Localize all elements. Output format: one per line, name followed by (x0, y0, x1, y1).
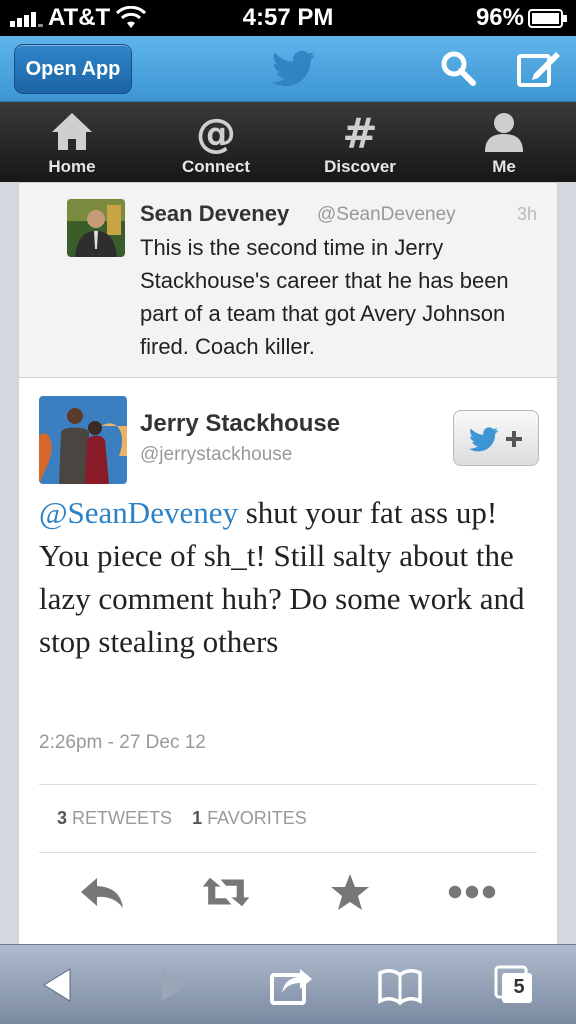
retweets-label: RETWEETS (72, 808, 173, 828)
author-name[interactable]: Sean Deveney (140, 201, 289, 227)
more-options-icon[interactable] (447, 872, 497, 912)
battery-percent: 96% (475, 4, 524, 31)
svg-text:#: # (342, 110, 377, 154)
main-tweet: Jerry Stackhouse @jerrystackhouse @SeanD… (18, 378, 558, 944)
bookmarks-icon[interactable] (376, 963, 424, 1007)
author-handle: @jerrystackhouse (140, 444, 293, 465)
favorites-count: 1 (192, 808, 203, 828)
tweet-timestamp: 2:26pm - 27 Dec 12 (39, 732, 206, 753)
favorites-stat[interactable]: 1 FAVORITES (192, 808, 307, 828)
tab-discover[interactable]: # Discover (288, 102, 432, 182)
battery-icon (528, 9, 567, 28)
favorites-label: FAVORITES (207, 808, 307, 828)
retweets-stat[interactable]: 3 RETWEETS (57, 808, 172, 828)
author-handle: @SeanDeveney (317, 204, 456, 225)
back-arrow-icon[interactable] (36, 963, 84, 1007)
avatar[interactable] (67, 199, 125, 257)
tab-home-label: Home (48, 157, 96, 176)
status-bar: AT&T 4:57 PM 96% (0, 0, 576, 36)
favorite-star-icon[interactable] (325, 872, 375, 912)
tab-discover-label: Discover (324, 157, 396, 176)
forward-arrow-icon[interactable] (148, 963, 196, 1007)
avatar[interactable] (39, 396, 127, 484)
search-icon[interactable] (440, 50, 476, 86)
reply-icon[interactable] (77, 872, 127, 912)
tweet-text: This is the second time in Jerry Stackho… (140, 235, 509, 359)
follow-button[interactable] (453, 410, 539, 466)
tab-bar: Home @ Connect # Discover Me (0, 102, 576, 182)
person-icon (485, 113, 523, 152)
author-name[interactable]: Jerry Stackhouse (140, 410, 340, 438)
svg-text:@: @ (196, 111, 236, 154)
app-header: Open App (0, 36, 576, 102)
tab-me[interactable]: Me (432, 102, 576, 182)
hashtag-icon: # (342, 110, 377, 154)
share-icon[interactable] (266, 963, 314, 1007)
follow-bird-plus-icon (469, 427, 522, 452)
mention-link[interactable]: @SeanDeveney (39, 495, 238, 530)
divider (39, 784, 537, 785)
open-app-button[interactable]: Open App (14, 44, 132, 94)
tab-home[interactable]: Home (0, 102, 144, 182)
home-icon (52, 113, 92, 150)
retweet-icon[interactable] (201, 872, 251, 912)
twitter-bird-icon (272, 50, 315, 87)
divider (39, 852, 537, 853)
retweets-count: 3 (57, 808, 68, 828)
tweet-stats: 3 RETWEETS 1 FAVORITES (57, 808, 307, 829)
tabs-button[interactable]: 5 (492, 963, 540, 1007)
at-sign-icon: @ (196, 111, 236, 154)
tweet-text: @SeanDeveney shut your fat ass up! You p… (39, 491, 539, 663)
context-tweet[interactable]: Sean Deveney @SeanDeveney 3h This is the… (18, 182, 558, 378)
tab-connect-label: Connect (182, 157, 250, 176)
tab-me-label: Me (492, 157, 516, 176)
tab-connect[interactable]: @ Connect (144, 102, 288, 182)
browser-toolbar: 5 (0, 944, 576, 1024)
tabs-count: 5 (513, 976, 525, 998)
tweet-timestamp: 3h (516, 204, 537, 224)
compose-icon[interactable] (516, 48, 562, 88)
